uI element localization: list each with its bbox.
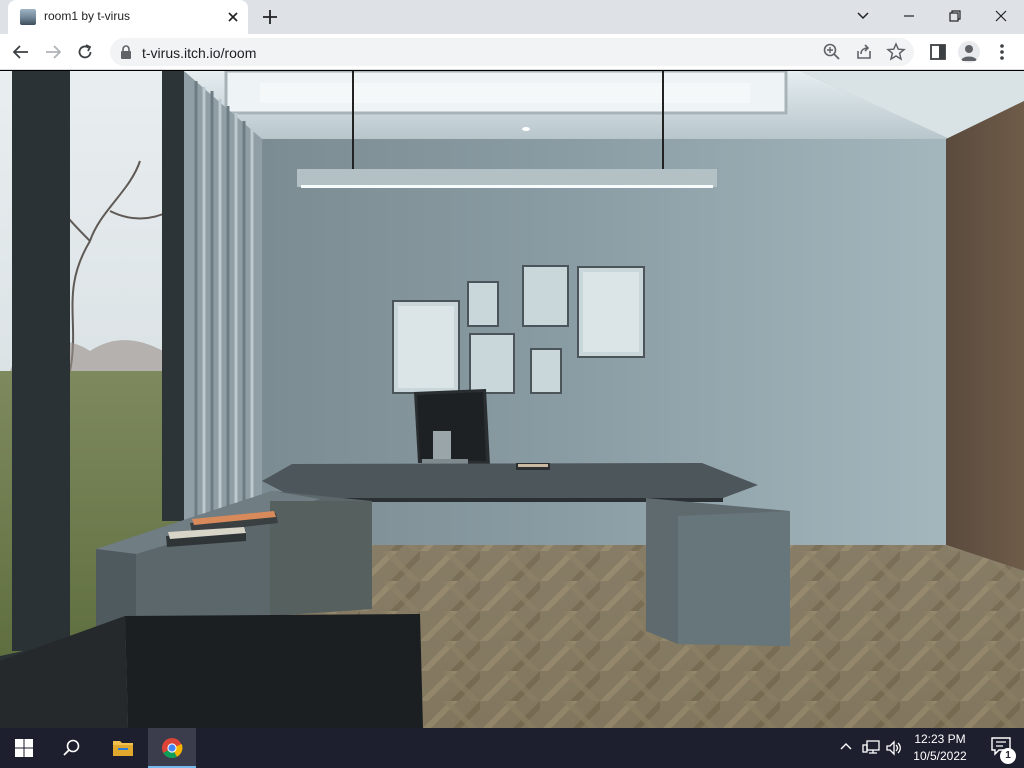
notification-center-button[interactable]: 1 <box>980 728 1024 768</box>
office-chair <box>125 614 423 728</box>
network-icon[interactable] <box>861 739 881 762</box>
game-canvas[interactable] <box>0 71 1024 728</box>
reload-button[interactable] <box>72 39 98 65</box>
side-panel-icon[interactable] <box>926 40 950 64</box>
forward-button[interactable] <box>40 39 66 65</box>
lock-icon[interactable] <box>120 45 132 64</box>
back-button[interactable] <box>8 39 34 65</box>
wood-wall <box>946 101 1024 571</box>
new-tab-button[interactable] <box>258 6 282 28</box>
search-icon[interactable] <box>48 728 96 768</box>
window-close-button[interactable] <box>978 0 1024 32</box>
url-text[interactable]: t-virus.itch.io/room <box>142 45 256 61</box>
file-explorer-icon[interactable] <box>98 728 146 768</box>
chrome-icon[interactable] <box>148 728 196 768</box>
minimize-button[interactable] <box>886 0 932 32</box>
chevron-up-icon[interactable] <box>838 739 854 760</box>
system-clock[interactable]: 12:23 PM 10/5/2022 <box>900 731 980 765</box>
notification-count-badge: 1 <box>1000 748 1016 764</box>
desk-top <box>262 463 758 498</box>
start-icon[interactable] <box>0 728 48 768</box>
pendant-lamp <box>297 169 717 187</box>
star-icon[interactable] <box>886 42 906 62</box>
address-bar[interactable]: t-virus.itch.io/room <box>110 38 914 66</box>
browser-toolbar: t-virus.itch.io/room <box>0 34 1024 70</box>
browser-tab[interactable]: room1 by t-virus <box>8 0 248 34</box>
itch-game-thumbnail-icon <box>20 9 36 25</box>
profile-icon[interactable] <box>958 41 980 63</box>
tab-close-icon[interactable] <box>224 8 242 26</box>
zoom-icon[interactable] <box>822 42 842 62</box>
browser-tab-strip: room1 by t-virus <box>0 0 1024 34</box>
share-icon[interactable] <box>854 42 874 62</box>
kebab-menu-icon[interactable] <box>990 40 1014 64</box>
clock-date: 10/5/2022 <box>913 749 967 763</box>
windows-taskbar: 12:23 PM 10/5/2022 1 <box>0 728 1024 768</box>
tab-search-button[interactable] <box>840 0 886 32</box>
clock-time: 12:23 PM <box>914 732 966 746</box>
room-scene <box>0 71 1024 728</box>
tab-title: room1 by t-virus <box>44 9 131 23</box>
restore-button[interactable] <box>932 0 978 32</box>
